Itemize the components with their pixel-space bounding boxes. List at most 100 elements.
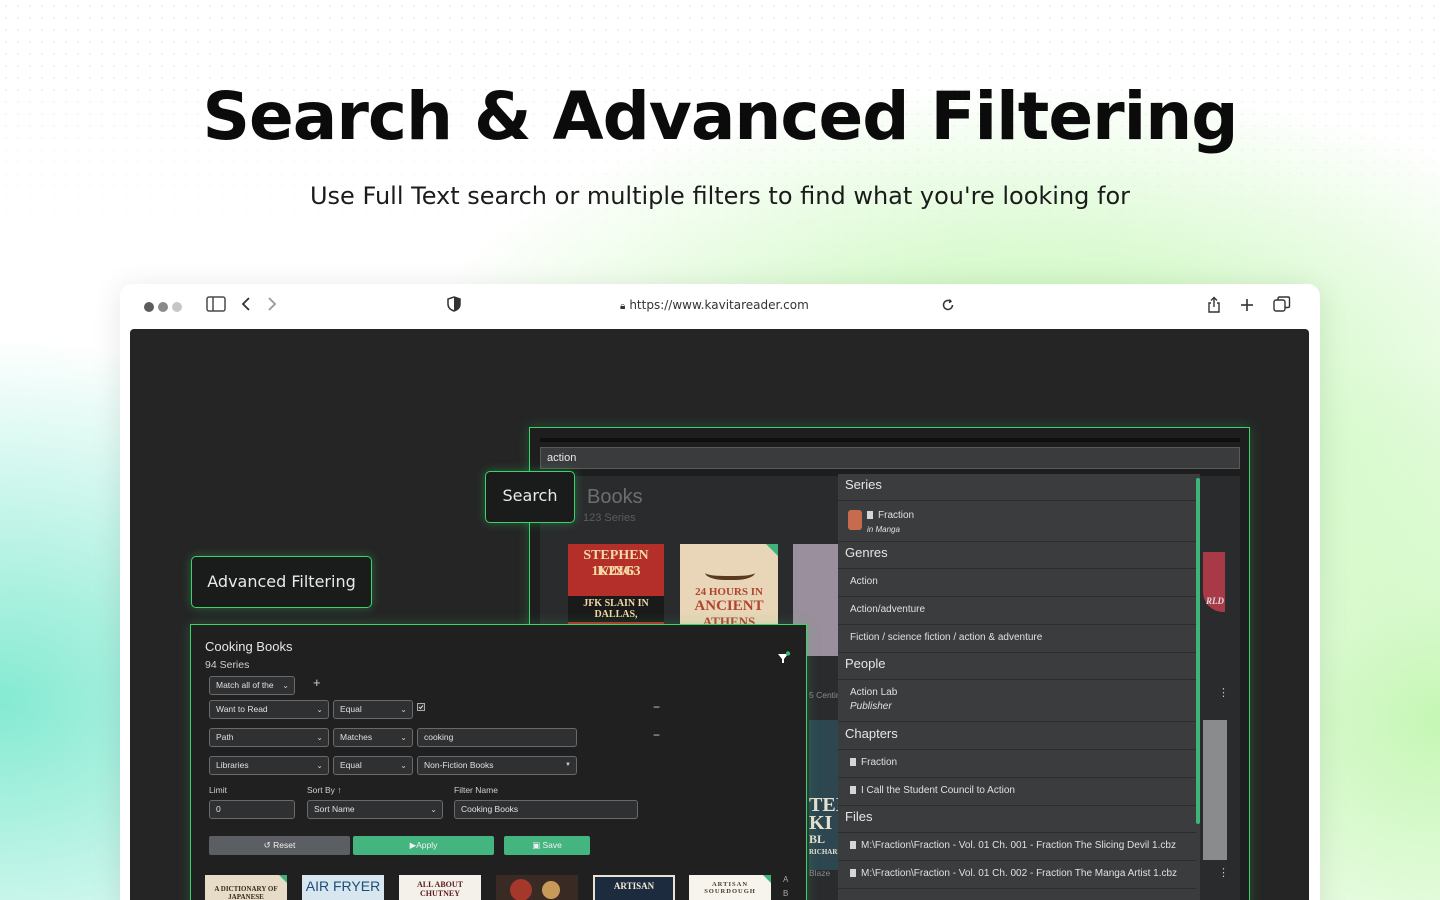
reload-icon[interactable] xyxy=(937,296,959,318)
result-genre-item[interactable]: Action xyxy=(838,569,1196,597)
result-genre-item[interactable]: Fiction / science fiction / action & adv… xyxy=(838,625,1196,653)
filter-operator-select[interactable]: Equal ⌄ xyxy=(333,756,413,775)
remove-filter-button[interactable]: − xyxy=(653,700,660,714)
chevron-down-icon: ⌄ xyxy=(400,705,407,714)
search-callout: Search xyxy=(485,471,575,523)
caret-down-icon: ▼ xyxy=(565,762,571,768)
chevron-down-icon: ⌄ xyxy=(400,761,407,770)
read-corner-badge xyxy=(279,875,287,883)
series-cover[interactable]: ARTISAN SOURDOUGH xyxy=(689,875,771,900)
results-scrollbar[interactable] xyxy=(1196,478,1200,824)
sort-ascending-icon[interactable]: ↑ xyxy=(337,785,341,795)
series-cover[interactable]: RLD xyxy=(1203,544,1227,624)
series-cover[interactable] xyxy=(1203,720,1227,860)
cover-art xyxy=(510,879,532,900)
want-to-read-checkbox[interactable] xyxy=(417,703,425,711)
cover-text: 24 HOURS IN xyxy=(695,586,763,598)
limit-label: Limit xyxy=(209,785,227,795)
sort-by-select[interactable]: Sort Name ⌄ xyxy=(307,800,443,819)
result-chapter-item[interactable]: I Call the Student Council to Action xyxy=(838,778,1196,806)
reset-button[interactable]: ↺ Reset xyxy=(209,836,350,855)
result-person-item[interactable]: Action Lab Publisher xyxy=(838,680,1196,722)
series-cover[interactable]: AIR FRYER xyxy=(302,875,384,900)
file-icon xyxy=(850,786,856,794)
result-file-item[interactable]: M:\Fraction\Fraction - Vol. 01 Ch. 001 -… xyxy=(838,833,1196,861)
window-dot-zoom[interactable] xyxy=(172,302,182,312)
filter-value-text: Non-Fiction Books xyxy=(424,760,494,770)
cover-text: RLD xyxy=(1206,596,1224,606)
filter-field-select[interactable]: Want to Read ⌄ xyxy=(209,700,329,719)
filter-field-select[interactable]: Path ⌄ xyxy=(209,728,329,747)
add-filter-button[interactable]: + xyxy=(313,675,321,690)
back-icon[interactable] xyxy=(235,296,257,318)
filter-operator-select[interactable]: Matches ⌄ xyxy=(333,728,413,747)
library-series-count: 123 Series xyxy=(583,512,636,524)
new-tab-icon[interactable] xyxy=(1236,296,1258,318)
result-genre-item[interactable]: Action/adventure xyxy=(838,597,1196,625)
search-input[interactable]: action xyxy=(540,447,1240,469)
filter-value-input[interactable]: cooking xyxy=(417,728,577,747)
series-cover[interactable] xyxy=(496,875,578,900)
series-cover[interactable]: ARTISAN xyxy=(593,875,675,900)
apply-button[interactable]: ▶Apply xyxy=(353,836,494,855)
window-dot-minimize[interactable] xyxy=(158,302,168,312)
card-menu-icon[interactable]: ⋮ xyxy=(1218,866,1229,879)
filter-value-select[interactable]: Non-Fiction Books ▼ xyxy=(417,756,577,775)
card-menu-icon[interactable]: ⋮ xyxy=(1218,686,1229,699)
cover-text: ANCIENT xyxy=(694,598,764,614)
cover-text: A DICTIONARY OF JAPANESE xyxy=(214,885,278,900)
limit-input[interactable]: 0 xyxy=(209,800,295,819)
series-cover[interactable]: ALL ABOUT CHUTNEY xyxy=(399,875,481,900)
match-mode-value: Match all of the xyxy=(216,680,274,690)
series-cover[interactable]: 24 HOURS IN ANCIENT ATHENS xyxy=(680,544,778,624)
series-thumbnail xyxy=(848,510,862,530)
share-icon[interactable] xyxy=(1203,296,1225,318)
result-file-path: M:\Fraction\Fraction - Vol. 01 Ch. 001 -… xyxy=(861,840,1176,851)
result-chapter-name: Fraction xyxy=(861,757,898,768)
results-section-people: People xyxy=(838,653,1196,680)
jump-bar-letter[interactable]: B xyxy=(783,889,788,898)
filter-operator-value: Equal xyxy=(340,704,362,714)
sidebar-icon[interactable] xyxy=(205,296,227,318)
filter-field-select[interactable]: Libraries ⌄ xyxy=(209,756,329,775)
series-cover[interactable]: STEPHEN KING 11/22/63 JFK SLAIN IN DALLA… xyxy=(568,544,664,624)
filter-name-input[interactable]: Cooking Books xyxy=(454,800,638,819)
app-viewport: action Books 123 Series STEPHEN KING 11/… xyxy=(130,329,1309,900)
hero-subtitle: Use Full Text search or multiple filters… xyxy=(309,182,1131,210)
cover-text: ARTISAN xyxy=(613,881,655,891)
result-chapter-item[interactable]: Fraction xyxy=(838,750,1196,778)
remove-filter-button[interactable]: − xyxy=(653,728,660,742)
results-section-chapters: Chapters xyxy=(838,723,1196,750)
chevron-down-icon: ⌄ xyxy=(316,761,323,770)
result-file-path: M:\Fraction\Fraction - Vol. 01 Ch. 002 -… xyxy=(861,868,1178,879)
filter-toggle-icon[interactable] xyxy=(777,651,791,670)
jump-bar-letter[interactable]: A xyxy=(783,875,788,884)
chevron-down-icon: ⌄ xyxy=(316,733,323,742)
save-button[interactable]: ▣ Save xyxy=(504,836,590,855)
reset-label: Reset xyxy=(273,840,296,850)
search-callout-label: Search xyxy=(502,486,558,505)
filter-title: Cooking Books xyxy=(205,639,293,654)
results-section-files: Files xyxy=(838,806,1196,833)
cover-text: ARTISAN SOURDOUGH xyxy=(704,881,756,895)
shield-icon[interactable] xyxy=(443,296,465,318)
result-series-library: in Manga xyxy=(867,525,900,534)
result-series-item[interactable]: Fraction in Manga xyxy=(838,502,1196,542)
forward-icon[interactable] xyxy=(261,296,283,318)
series-cover[interactable]: TEI KI BL RICHARD xyxy=(809,720,838,870)
match-mode-select[interactable]: Match all of the ⌄ xyxy=(209,676,295,695)
advanced-filtering-callout-label: Advanced Filtering xyxy=(207,572,356,591)
cover-text: ATHENS xyxy=(702,614,756,624)
tabs-icon[interactable] xyxy=(1271,296,1293,318)
results-section-genres: Genres xyxy=(838,542,1196,569)
library-title: Books xyxy=(587,486,643,508)
address-bar[interactable]: 🔒︎ https://www.kavitareader.com xyxy=(620,298,820,316)
result-file-item[interactable]: M:\Fraction\Fraction - Vol. 01 Ch. 002 -… xyxy=(838,861,1196,889)
sort-by-text: Sort By xyxy=(307,785,335,795)
series-cover[interactable]: A DICTIONARY OF JAPANESE xyxy=(205,875,287,900)
lock-icon: 🔒︎ xyxy=(620,301,626,312)
filter-operator-select[interactable]: Equal ⌄ xyxy=(333,700,413,719)
browser-window: 🔒︎ https://www.kavitareader.com action Bo… xyxy=(120,284,1320,900)
window-dot-close[interactable] xyxy=(144,302,154,312)
result-row: Fraction in Manga xyxy=(867,509,914,537)
